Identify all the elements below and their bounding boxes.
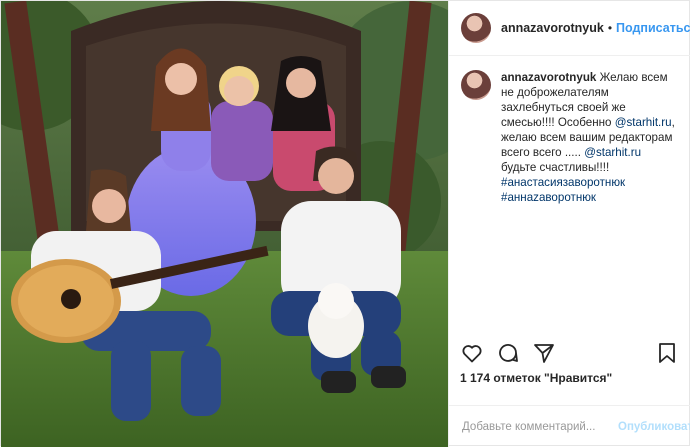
follow-button[interactable]: Подписаться: [616, 21, 690, 35]
publish-button[interactable]: Опубликовать: [618, 421, 690, 433]
post-photo[interactable]: [1, 1, 448, 447]
share-icon[interactable]: [532, 341, 556, 365]
caption-block: annazavorotnyuk Желаю всем не доброжелат…: [449, 56, 690, 205]
caption-avatar[interactable]: [461, 70, 491, 100]
caption-text: annazavorotnyuk Желаю всем не доброжелат…: [501, 70, 679, 205]
hashtag-link-2[interactable]: #аннazаворотнюк: [501, 191, 596, 204]
post-actions: [448, 341, 690, 365]
avatar[interactable]: [461, 13, 491, 43]
mention-link-2[interactable]: @starhit.ru: [584, 146, 641, 159]
family-photo-illustration: [1, 1, 448, 447]
comment-input[interactable]: [460, 419, 618, 434]
comment-form: Опубликовать: [448, 405, 690, 447]
heart-icon[interactable]: [460, 341, 484, 365]
caption-username[interactable]: annazavorotnyuk: [501, 71, 596, 84]
post-header: annazavorotnyuk • Подписаться: [449, 1, 690, 56]
hashtag-link-1[interactable]: #анастасиязаворотнюк: [501, 176, 625, 189]
mention-link-1[interactable]: @starhit.ru: [615, 116, 672, 129]
caption-text-part-3: будьте счастливы!!!!: [501, 161, 610, 174]
instagram-post: annazavorotnyuk • Подписаться annazavoro…: [0, 0, 690, 447]
comment-icon[interactable]: [496, 341, 520, 365]
header-username[interactable]: annazavorotnyuk: [501, 21, 604, 35]
header-separator: •: [607, 21, 613, 35]
bookmark-icon[interactable]: [655, 341, 679, 365]
likes-count[interactable]: 1 174 отметок "Нравится": [460, 371, 612, 385]
